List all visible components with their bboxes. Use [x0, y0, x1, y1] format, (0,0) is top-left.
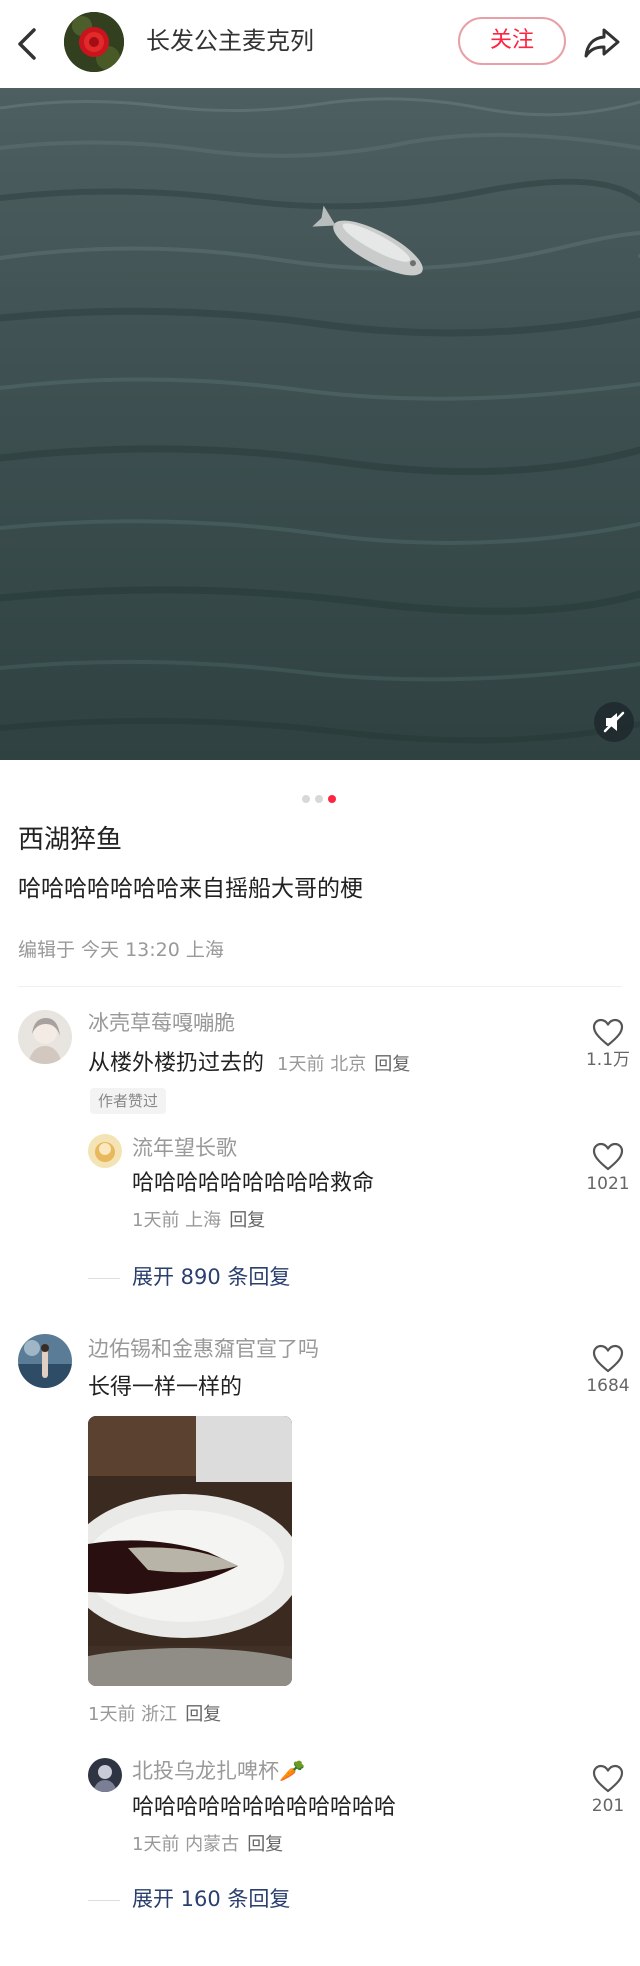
reply-text: 哈哈哈哈哈哈哈哈哈救命	[132, 1171, 375, 1196]
commenter-avatar[interactable]	[18, 1334, 72, 1388]
like-button[interactable]: 1684	[578, 1344, 638, 1398]
author-avatar[interactable]	[64, 12, 124, 72]
heart-icon	[592, 1344, 624, 1373]
reply-time: 1天前 上海	[132, 1210, 222, 1231]
replier-avatar[interactable]	[88, 1758, 122, 1792]
comment-text-body: 从楼外楼扔过去的	[88, 1051, 265, 1076]
like-count: 1.1万	[585, 1050, 631, 1070]
heart-icon	[592, 1142, 624, 1171]
carousel-dot	[315, 795, 323, 803]
like-button[interactable]: 1.1万	[578, 1018, 638, 1072]
like-count: 1021	[586, 1174, 630, 1194]
reply-button[interactable]: 回复	[374, 1054, 410, 1075]
heart-icon	[592, 1018, 624, 1047]
comment-meta: 1天前 北京 回复	[277, 1054, 410, 1075]
expand-replies-button[interactable]: 展开 160 条回复	[132, 1884, 290, 1914]
reply-time: 1天前 内蒙古	[132, 1834, 240, 1855]
author-liked-badge: 作者赞过	[90, 1088, 167, 1114]
carousel-dot-active	[328, 795, 336, 803]
top-bar: 长发公主麦克列 关注	[0, 0, 640, 88]
commenter-name[interactable]: 边佑锡和金惠奫官宣了吗	[88, 1334, 319, 1364]
like-count: 1684	[586, 1376, 630, 1396]
follow-button[interactable]: 关注	[458, 17, 566, 65]
back-arrow-icon[interactable]	[12, 24, 42, 64]
reply-text: 哈哈哈哈哈哈哈哈哈哈哈哈	[132, 1795, 397, 1820]
post-meta: 编辑于 今天 13:20 上海	[18, 939, 224, 961]
reply-button[interactable]: 回复	[185, 1704, 221, 1725]
commenter-name[interactable]: 冰壳草莓嘎嘣脆	[88, 1008, 235, 1038]
expand-divider	[88, 1900, 120, 1901]
comment-time: 1天前 浙江	[88, 1704, 178, 1725]
like-count: 201	[591, 1796, 625, 1816]
reply-button[interactable]: 回复	[229, 1210, 265, 1231]
commenter-avatar[interactable]	[18, 1010, 72, 1064]
like-button[interactable]: 1021	[578, 1142, 638, 1196]
replier-name[interactable]: 流年望长歌	[132, 1133, 237, 1163]
mute-icon[interactable]	[594, 702, 634, 742]
expand-divider	[88, 1278, 120, 1279]
replier-avatar[interactable]	[88, 1134, 122, 1168]
reply-button[interactable]: 回复	[247, 1834, 283, 1855]
post-title: 西湖猝鱼	[18, 825, 123, 855]
reply-meta: 1天前 内蒙古 回复	[132, 1832, 283, 1858]
divider	[18, 986, 622, 987]
comment-text: 从楼外楼扔过去的 1天前 北京 回复	[88, 1048, 410, 1080]
heart-icon	[592, 1764, 624, 1793]
expand-replies-button[interactable]: 展开 890 条回复	[132, 1262, 290, 1292]
comment-time: 1天前 北京	[277, 1054, 367, 1075]
post-image[interactable]	[0, 88, 640, 760]
share-icon[interactable]	[582, 22, 622, 62]
comment-image[interactable]	[88, 1416, 292, 1686]
reply-meta: 1天前 上海 回复	[132, 1208, 265, 1234]
post-body: 哈哈哈哈哈哈哈来自摇船大哥的梗	[18, 876, 363, 902]
comment-meta: 1天前 浙江 回复	[88, 1702, 221, 1728]
like-button[interactable]: 201	[578, 1764, 638, 1818]
comment-text: 长得一样一样的	[88, 1375, 243, 1400]
replier-name[interactable]: 北投乌龙扎啤杯🥕	[132, 1756, 305, 1786]
carousel-indicator	[302, 788, 341, 803]
carousel-dot	[302, 795, 310, 803]
author-name[interactable]: 长发公主麦克列	[146, 24, 314, 58]
